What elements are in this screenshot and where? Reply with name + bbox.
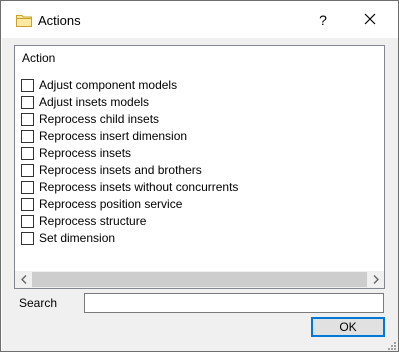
actions-dialog: Actions ? Action Adjust component models… xyxy=(0,0,399,352)
checkbox[interactable] xyxy=(21,215,34,228)
item-label: Set dimension xyxy=(39,231,116,245)
help-button[interactable]: ? xyxy=(305,2,341,38)
list-item[interactable]: Reprocess child insets xyxy=(21,111,361,128)
checkbox[interactable] xyxy=(21,79,34,92)
scroll-left-button[interactable] xyxy=(15,271,32,288)
resize-grip-icon[interactable] xyxy=(386,339,396,350)
list-item[interactable]: Reprocess position service xyxy=(21,196,361,213)
window-title: Actions xyxy=(38,13,81,28)
checkbox[interactable] xyxy=(21,232,34,245)
scroll-track[interactable] xyxy=(32,271,367,288)
scroll-thumb[interactable] xyxy=(32,272,367,287)
item-label: Reprocess insets and brothers xyxy=(39,163,202,177)
checkbox[interactable] xyxy=(21,198,34,211)
item-label: Adjust component models xyxy=(39,78,178,92)
checkbox[interactable] xyxy=(21,130,34,143)
item-label: Reprocess structure xyxy=(39,214,147,228)
item-label: Reprocess insert dimension xyxy=(39,129,188,143)
item-label: Reprocess child insets xyxy=(39,112,160,126)
chevron-right-icon xyxy=(373,273,379,287)
ok-button[interactable]: OK xyxy=(311,317,385,337)
search-label: Search xyxy=(19,296,58,310)
item-label: Adjust insets models xyxy=(39,95,150,109)
list-items: Adjust component models Adjust insets mo… xyxy=(21,77,361,247)
dialog-body: Action Adjust component models Adjust in… xyxy=(2,38,398,351)
checkbox[interactable] xyxy=(21,147,34,160)
close-button[interactable] xyxy=(350,2,390,38)
checkbox[interactable] xyxy=(21,96,34,109)
list-item[interactable]: Reprocess insets and brothers xyxy=(21,162,361,179)
folder-icon xyxy=(16,14,32,27)
column-header-action: Action xyxy=(22,51,56,65)
list-item[interactable]: Reprocess insets without concurrents xyxy=(21,179,361,196)
title-bar[interactable]: Actions ? xyxy=(2,2,398,38)
search-input[interactable] xyxy=(84,293,384,313)
item-label: Reprocess position service xyxy=(39,197,183,211)
list-item[interactable]: Reprocess insets xyxy=(21,145,361,162)
close-icon xyxy=(364,13,376,28)
item-label: Reprocess insets xyxy=(39,146,132,160)
list-item[interactable]: Set dimension xyxy=(21,230,361,247)
checkbox[interactable] xyxy=(21,181,34,194)
item-label: Reprocess insets without concurrents xyxy=(39,180,239,194)
list-item[interactable]: Reprocess insert dimension xyxy=(21,128,361,145)
list-item[interactable]: Adjust component models xyxy=(21,77,361,94)
scroll-right-button[interactable] xyxy=(367,271,384,288)
list-item[interactable]: Reprocess structure xyxy=(21,213,361,230)
chevron-left-icon xyxy=(20,273,27,287)
checkbox[interactable] xyxy=(21,113,34,126)
list-item[interactable]: Adjust insets models xyxy=(21,94,361,111)
horizontal-scrollbar[interactable] xyxy=(15,271,384,288)
actions-list[interactable]: Action Adjust component models Adjust in… xyxy=(14,45,385,289)
checkbox[interactable] xyxy=(21,164,34,177)
